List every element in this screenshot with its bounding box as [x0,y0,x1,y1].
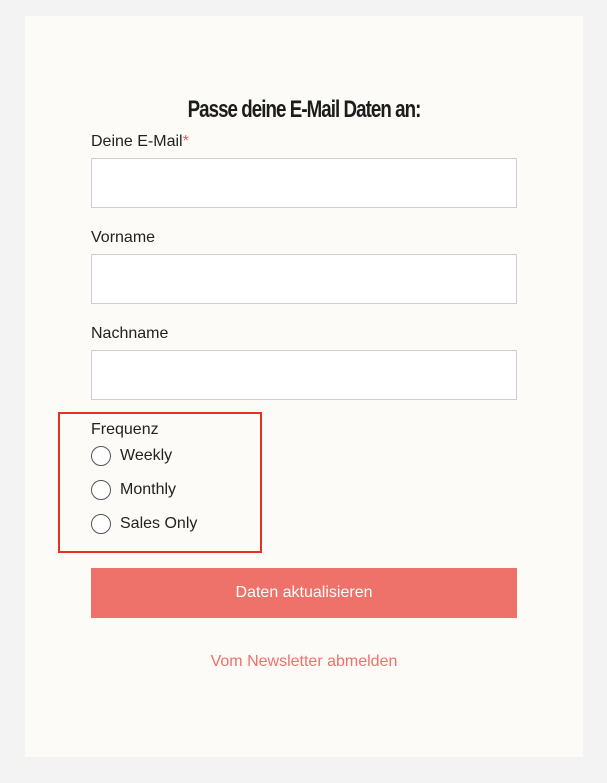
page-title: Passe deine E-Mail Daten an: [187,96,422,123]
radio-button-monthly[interactable] [91,480,111,500]
email-label: Deine E-Mail* [91,132,189,152]
lastname-field[interactable] [91,350,517,400]
frequency-label: Frequenz [91,421,159,438]
email-label-text: Deine E-Mail [91,133,183,150]
update-data-button[interactable]: Daten aktualisieren [91,568,517,618]
radio-label-weekly: Weekly [120,447,173,464]
radio-label-monthly: Monthly [120,481,177,498]
newsletter-preferences-card: Passe deine E-Mail Daten an: Deine E-Mai… [25,16,583,757]
frequency-option-monthly[interactable]: Monthly [91,478,176,502]
unsubscribe-link[interactable]: Vom Newsletter abmelden [25,653,583,671]
firstname-label: Vorname [91,229,156,246]
frequency-option-sales-only[interactable]: Sales Only [91,512,197,536]
email-field[interactable] [91,158,517,208]
lastname-label: Nachname [91,325,169,342]
radio-button-sales-only[interactable] [91,514,111,534]
firstname-field[interactable] [91,254,517,304]
radio-label-sales-only: Sales Only [120,515,198,532]
radio-button-weekly[interactable] [91,446,111,466]
frequency-option-weekly[interactable]: Weekly [91,444,172,468]
required-marker: * [182,133,189,150]
